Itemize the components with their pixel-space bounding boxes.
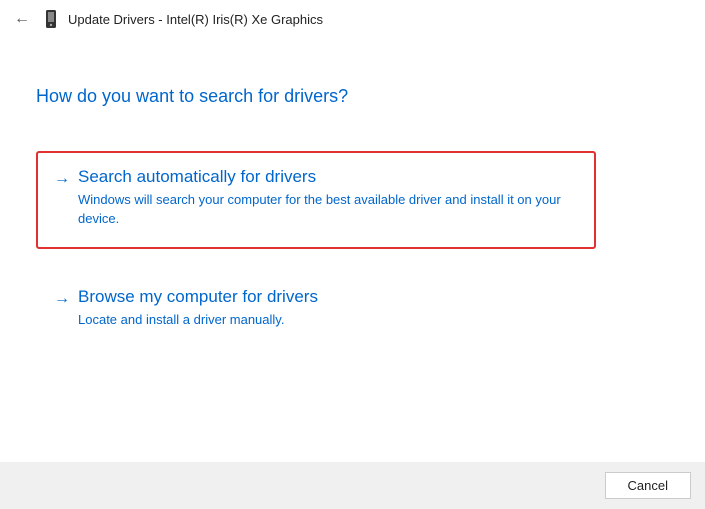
dialog-footer: Cancel [0, 462, 705, 509]
prompt-heading: How do you want to search for drivers? [36, 86, 669, 107]
dialog-title: Update Drivers - Intel(R) Iris(R) Xe Gra… [68, 12, 323, 27]
arrow-right-icon: → [54, 287, 70, 330]
option-description: Locate and install a driver manually. [78, 311, 574, 330]
option-browse-computer[interactable]: → Browse my computer for drivers Locate … [36, 271, 596, 350]
dialog-content: How do you want to search for drivers? →… [0, 38, 705, 350]
arrow-right-icon: → [54, 167, 70, 229]
option-title: Search automatically for drivers [78, 167, 574, 187]
dialog-header: ← Update Drivers - Intel(R) Iris(R) Xe G… [0, 0, 705, 38]
option-body: Search automatically for drivers Windows… [78, 167, 574, 229]
cancel-button[interactable]: Cancel [605, 472, 691, 499]
option-description: Windows will search your computer for th… [78, 191, 574, 229]
back-arrow-icon[interactable]: ← [10, 8, 34, 30]
option-body: Browse my computer for drivers Locate an… [78, 287, 574, 330]
device-icon [44, 9, 58, 29]
option-search-automatically[interactable]: → Search automatically for drivers Windo… [36, 151, 596, 249]
option-title: Browse my computer for drivers [78, 287, 574, 307]
